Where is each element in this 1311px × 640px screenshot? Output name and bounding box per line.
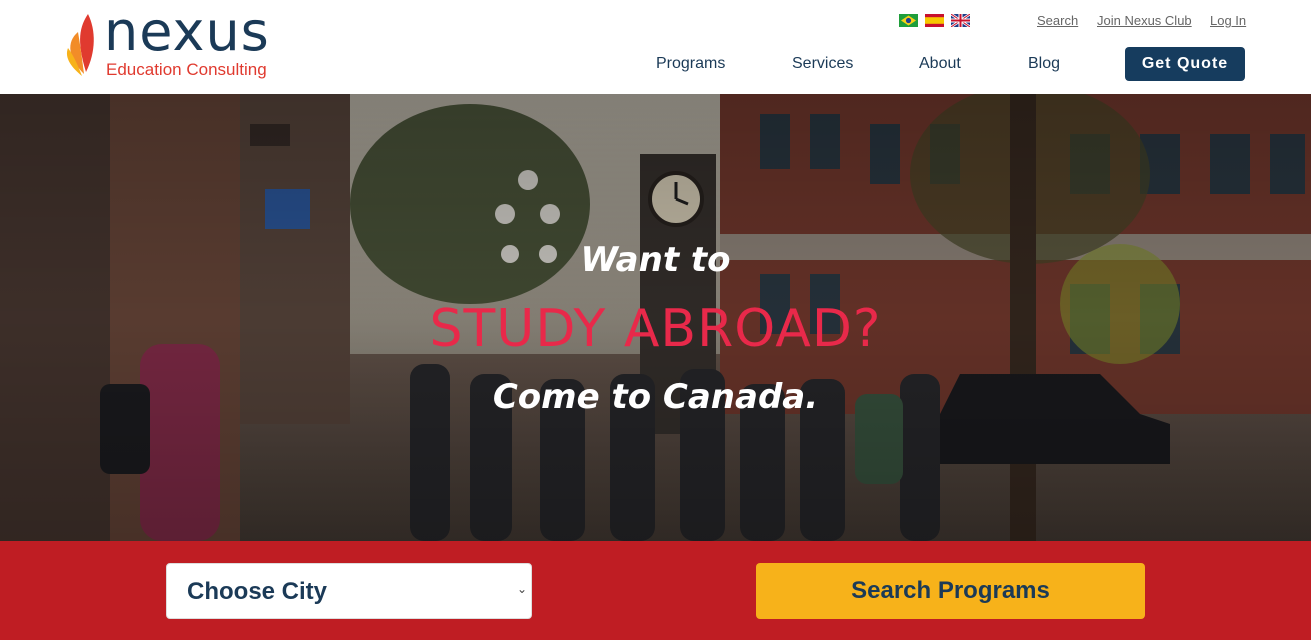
login-link[interactable]: Log In: [1210, 13, 1246, 28]
nav-about[interactable]: About: [919, 55, 961, 73]
brand-tagline: Education Consulting: [106, 60, 267, 79]
join-club-link[interactable]: Join Nexus Club: [1097, 13, 1192, 28]
site-header: nexus Education Consulting Search Join N…: [0, 0, 1311, 94]
flag-uk-icon[interactable]: [951, 14, 970, 27]
brand-name: nexus: [104, 0, 270, 63]
nav-services[interactable]: Services: [792, 55, 853, 73]
hero-line-want-to: Want to: [580, 240, 731, 280]
flag-spain-icon[interactable]: [925, 14, 944, 27]
chevron-down-icon: ⌄: [516, 582, 527, 596]
search-link[interactable]: Search: [1037, 13, 1078, 28]
choose-city-label: Choose City: [187, 578, 328, 605]
nav-programs[interactable]: Programs: [656, 55, 725, 73]
hero-headline: STUDY ABROAD?: [429, 299, 882, 359]
logo[interactable]: nexus Education Consulting: [64, 2, 304, 84]
hero-banner: Want to STUDY ABROAD? Come to Canada.: [0, 94, 1311, 541]
search-programs-button[interactable]: Search Programs: [756, 563, 1145, 619]
program-search-bar: Choose City ⌄ Search Programs: [0, 541, 1311, 640]
leaf-logo-icon: [66, 14, 94, 76]
nav-blog[interactable]: Blog: [1028, 55, 1060, 73]
flag-brazil-icon[interactable]: [899, 14, 918, 27]
get-quote-button[interactable]: Get Quote: [1125, 47, 1245, 81]
choose-city-select[interactable]: Choose City ⌄: [166, 563, 532, 619]
hero-line-come-to-canada: Come to Canada.: [492, 377, 819, 417]
